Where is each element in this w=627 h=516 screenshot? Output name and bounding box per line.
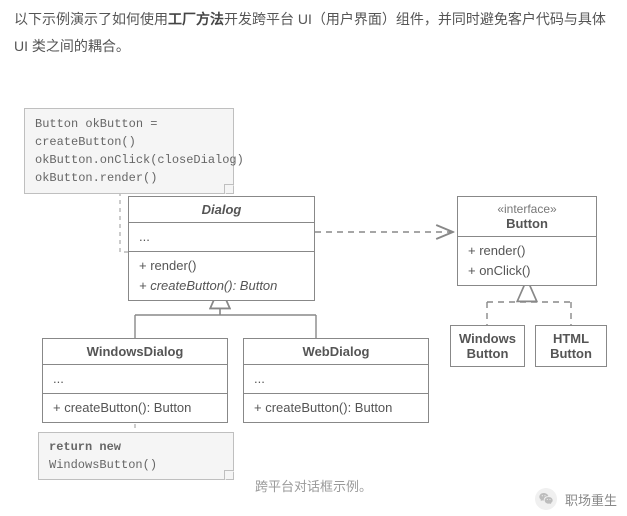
op: + render() — [468, 241, 586, 261]
intro-before: 以下示例演示了如何使用 — [14, 11, 168, 27]
class-title: HTML Button — [536, 326, 606, 366]
op: + render() — [139, 256, 304, 276]
class-ops: + render() + createButton(): Button — [129, 252, 314, 300]
note-line: Button okButton = createButton() — [35, 115, 223, 151]
class-title: Windows Button — [451, 326, 524, 366]
class-ops: + render() + onClick() — [458, 237, 596, 285]
class-attrs: ... — [129, 223, 314, 252]
class-name: Button — [506, 216, 548, 231]
note-return-new: return new WindowsButton() — [38, 432, 234, 480]
class-html-button: HTML Button — [535, 325, 607, 367]
class-ops: + createButton(): Button — [43, 394, 227, 422]
footer-brand: 职场重生 — [535, 488, 617, 510]
op: + createButton(): Button — [139, 276, 304, 296]
diagram-caption: 跨平台对话框示例。 — [0, 476, 627, 495]
class-attrs: ... — [244, 365, 428, 394]
stereotype: «interface» — [466, 202, 588, 216]
class-ops: + createButton(): Button — [244, 394, 428, 422]
wechat-icon — [535, 488, 557, 510]
class-attrs: ... — [43, 365, 227, 394]
class-windows-dialog: WindowsDialog ... + createButton(): Butt… — [42, 338, 228, 423]
class-web-dialog: WebDialog ... + createButton(): Button — [243, 338, 429, 423]
class-title: WebDialog — [244, 339, 428, 365]
note-class: WindowsButton() — [49, 458, 157, 472]
interface-button: «interface» Button + render() + onClick(… — [457, 196, 597, 286]
op: + onClick() — [468, 261, 586, 281]
intro-bold: 工厂方法 — [168, 11, 224, 27]
note-line: okButton.onClick(closeDialog) — [35, 151, 223, 169]
class-title: «interface» Button — [458, 197, 596, 237]
uml-diagram: Button okButton = createButton() okButto… — [0, 80, 627, 516]
op: + createButton(): Button — [53, 398, 217, 418]
note-line: okButton.render() — [35, 169, 223, 187]
class-title: WindowsDialog — [43, 339, 227, 365]
class-title: Dialog — [129, 197, 314, 223]
footer-text: 职场重生 — [565, 490, 617, 509]
intro-paragraph: 以下示例演示了如何使用工厂方法开发跨平台 UI（用户界面）组件，并同时避免客户代… — [0, 0, 627, 59]
class-windows-button: Windows Button — [450, 325, 525, 367]
note-client-code: Button okButton = createButton() okButto… — [24, 108, 234, 194]
class-dialog: Dialog ... + render() + createButton(): … — [128, 196, 315, 301]
keyword: return new — [49, 440, 121, 454]
op: + createButton(): Button — [254, 398, 418, 418]
note-fold-icon — [224, 184, 234, 194]
